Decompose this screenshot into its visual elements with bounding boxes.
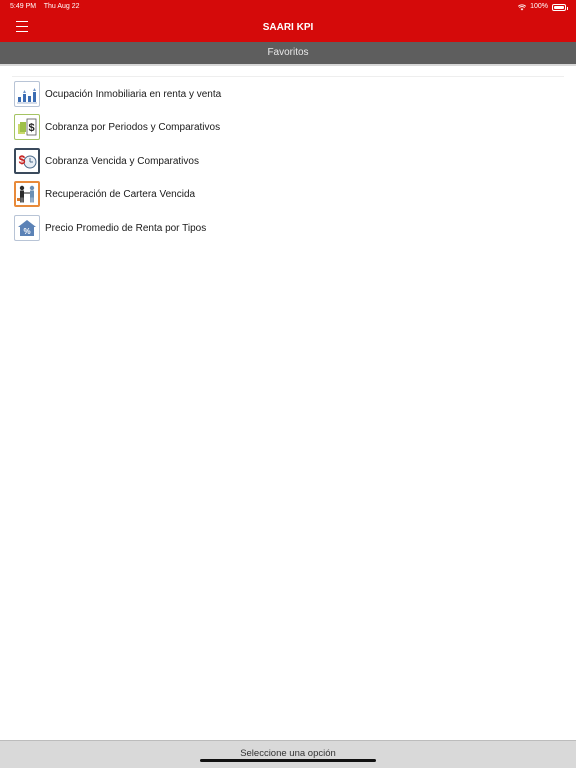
overdue-collection-icon: $ [14, 148, 40, 174]
list-item-precio-promedio[interactable]: % Precio Promedio de Renta por Tipos [14, 213, 414, 243]
list-item-label: Ocupación Inmobiliaria en renta y venta [45, 88, 222, 100]
svg-text:$: $ [28, 122, 34, 134]
svg-text:%: % [23, 227, 30, 236]
handshake-recovery-icon [14, 181, 40, 207]
list-item-recuperacion[interactable]: Recuperación de Cartera Vencida [14, 179, 414, 209]
list-item-label: Cobranza por Periodos y Comparativos [45, 121, 221, 133]
header-divider [0, 64, 576, 66]
status-bar: 5:49 PM Thu Aug 22 100% [0, 0, 576, 14]
list-divider [12, 76, 564, 77]
list-item-label: Cobranza Vencida y Comparativos [45, 155, 199, 167]
home-indicator[interactable] [200, 759, 376, 762]
status-date-text: Thu Aug 22 [43, 3, 80, 10]
battery-icon [552, 3, 568, 11]
status-right: 100% [518, 0, 568, 14]
status-time-text: 5:49 PM [10, 3, 37, 10]
nav-title: SAARI KPI [262, 22, 314, 33]
footer-bar: Seleccione una opción [0, 740, 576, 768]
status-date-separator [38, 3, 42, 10]
house-percent-icon: % [14, 215, 40, 241]
money-collection-icon: $ [14, 114, 40, 140]
wifi-icon [518, 3, 527, 10]
buildings-occupancy-icon [14, 81, 40, 107]
list-item-ocupacion[interactable]: Ocupación Inmobiliaria en renta y venta [14, 79, 414, 109]
list-item-label: Precio Promedio de Renta por Tipos [45, 222, 207, 234]
nav-bar: SAARI KPI [0, 14, 576, 42]
list-item-label: Recuperación de Cartera Vencida [45, 188, 196, 200]
status-time: 5:49 PM Thu Aug 22 [10, 0, 80, 14]
favorites-header: Favoritos [0, 42, 576, 64]
svg-text:$: $ [19, 153, 26, 167]
footer-text: Seleccione una opción [240, 748, 336, 759]
list-item-cobranza-periodos[interactable]: $ Cobranza por Periodos y Comparativos [14, 112, 414, 142]
list-item-cobranza-vencida[interactable]: $ Cobranza Vencida y Comparativos [14, 146, 414, 176]
battery-percent: 100% [530, 3, 548, 10]
